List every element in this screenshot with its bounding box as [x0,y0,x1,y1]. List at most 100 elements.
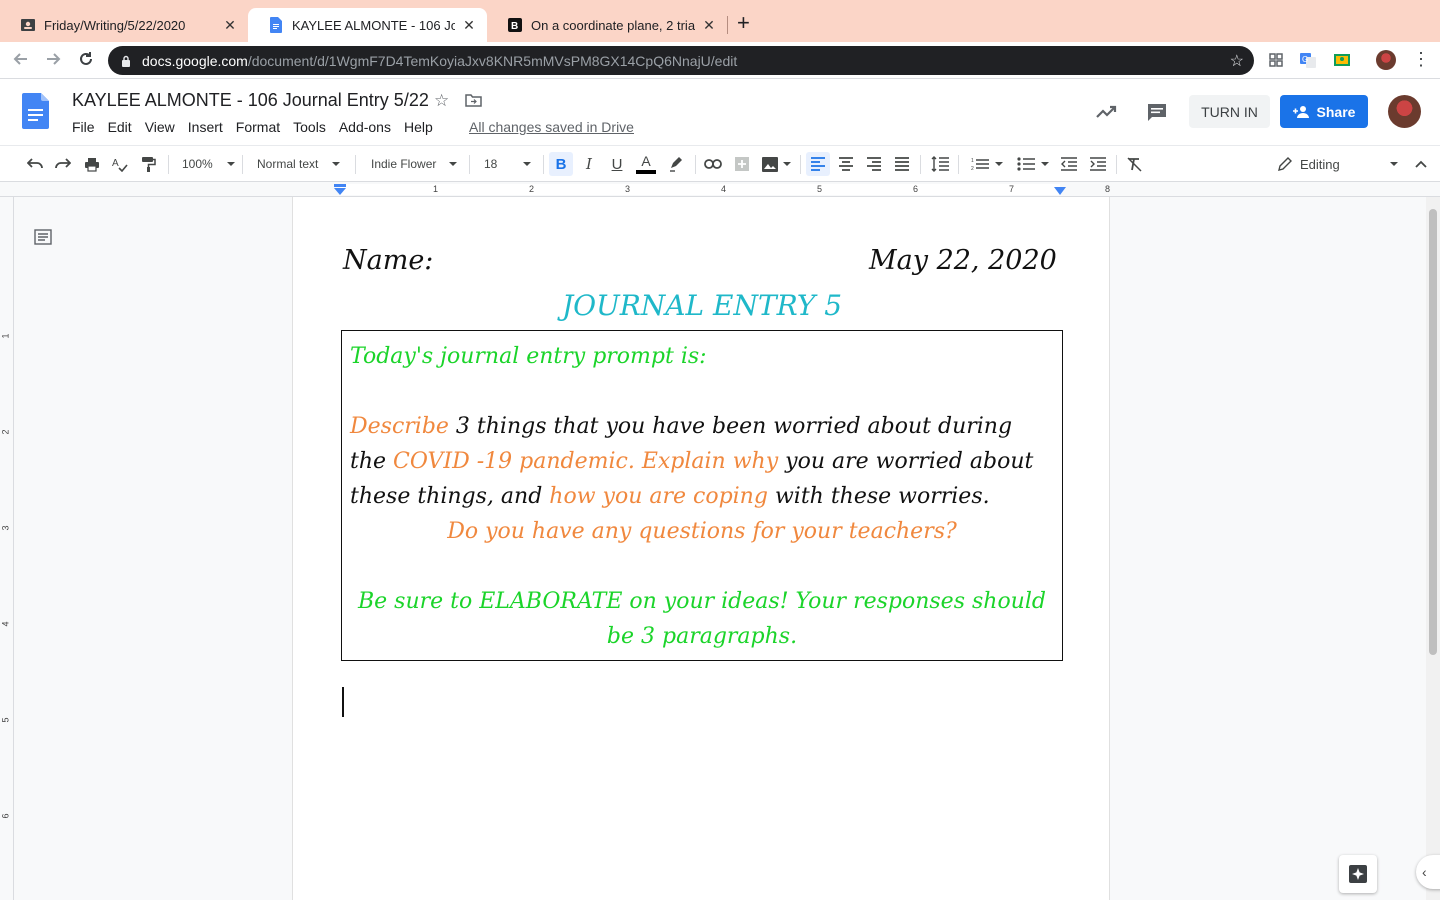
ruler-number: 6 [913,184,919,194]
document-title[interactable]: KAYLEE ALMONTE - 106 Journal Entry 5/22 [72,90,429,111]
tab-separator [727,16,728,34]
browser-tab-brainly[interactable]: B On a coordinate plane, 2 triang ✕ [487,8,727,42]
forward-arrow-icon[interactable] [44,50,62,73]
align-center-button[interactable] [835,152,857,176]
font-family-value: Indie Flower [371,157,437,171]
right-indent-marker-icon[interactable] [1053,186,1067,196]
chevron-down-icon [995,162,1003,166]
back-arrow-icon[interactable] [12,50,30,73]
vertical-scrollbar[interactable] [1426,197,1440,900]
chevron-down-icon [332,162,341,166]
extension-grid-icon[interactable] [1267,51,1285,69]
menu-insert[interactable]: Insert [188,119,223,135]
font-size-dropdown[interactable]: 18 [484,152,536,176]
google-docs-icon [268,17,284,33]
add-comment-icon[interactable] [731,152,753,176]
editing-mode-dropdown[interactable]: Editing [1278,152,1398,176]
paint-format-icon[interactable] [137,152,159,176]
menu-bar: File Edit View Insert Format Tools Add-o… [72,119,446,135]
browser-tab-friday-writing[interactable]: Friday/Writing/5/22/2020 ✕ [0,8,248,42]
save-status-link[interactable]: All changes saved in Drive [469,119,634,135]
toolbar-divider [958,155,959,174]
insert-image-dropdown[interactable] [759,152,793,176]
menu-tools[interactable]: Tools [293,119,326,135]
justify-button[interactable] [891,152,913,176]
address-bar[interactable]: docs.google.com/document/d/1WgmF7D4TemKo… [108,46,1254,75]
turn-in-button[interactable]: TURN IN [1189,95,1270,128]
close-tab-icon[interactable]: ✕ [461,17,477,34]
pencil-icon [1278,157,1292,171]
move-to-folder-icon[interactable] [465,93,482,107]
chevron-down-icon [1389,162,1398,166]
italic-button[interactable]: I [578,152,600,176]
profile-avatar[interactable] [1376,50,1396,70]
toolbar-divider [695,155,696,174]
line-spacing-icon[interactable] [929,152,951,176]
reload-icon[interactable] [77,50,95,73]
ruler-number: 1 [0,333,11,339]
underline-button[interactable]: U [606,152,628,176]
new-tab-icon[interactable]: + [737,12,750,34]
google-translate-icon[interactable]: G [1299,51,1317,69]
ruler-number: 2 [0,429,11,435]
bold-button[interactable]: B [549,152,573,176]
align-right-button[interactable] [863,152,885,176]
date-label: May 22, 2020 [869,245,1057,276]
ruler-number: 7 [1009,184,1015,194]
ruler-number: 4 [721,184,727,194]
google-docs-logo-icon[interactable] [22,93,49,129]
menu-file[interactable]: File [72,119,95,135]
text-color-button[interactable]: A [634,152,658,176]
menu-addons[interactable]: Add-ons [339,119,391,135]
comment-icon[interactable] [1146,101,1168,123]
menu-edit[interactable]: Edit [108,119,132,135]
menu-help[interactable]: Help [404,119,433,135]
bookmark-star-icon[interactable]: ☆ [1230,51,1244,71]
redo-icon[interactable] [52,152,74,176]
paragraph-style-dropdown[interactable]: Normal text [257,152,347,176]
document-page[interactable]: Name: May 22, 2020 JOURNAL ENTRY 5 Today… [292,197,1110,900]
print-icon[interactable] [81,152,103,176]
toolbar-divider [242,155,243,174]
star-icon[interactable]: ☆ [434,91,449,111]
close-tab-icon[interactable]: ✕ [701,17,717,34]
activity-trend-icon[interactable] [1095,101,1117,123]
toolbar-divider [920,155,921,174]
account-avatar[interactable] [1388,95,1421,128]
questions-line: Do you have any questions for your teach… [447,519,957,544]
google-classroom-extension-icon[interactable] [1333,51,1351,69]
tab-title: On a coordinate plane, 2 triang [531,17,695,33]
svg-text:G: G [1302,55,1308,64]
url-host: docs.google.com [142,52,248,69]
numbered-list-dropdown[interactable]: 12 [968,152,1006,176]
collapse-toolbar-icon[interactable] [1411,152,1431,176]
align-left-button[interactable] [806,152,830,176]
font-family-dropdown[interactable]: Indie Flower [371,152,461,176]
bulleted-list-dropdown[interactable] [1014,152,1052,176]
scrollbar-thumb[interactable] [1429,209,1437,655]
zoom-dropdown[interactable]: 100% [182,152,235,176]
close-tab-icon[interactable]: ✕ [222,17,238,34]
browser-menu-icon[interactable]: ⋮ [1412,49,1430,70]
decrease-indent-icon[interactable] [1058,152,1080,176]
spellcheck-icon[interactable]: A [109,152,131,176]
menu-format[interactable]: Format [236,119,280,135]
prompt-table-cell[interactable]: Today's journal entry prompt is: Describ… [341,330,1063,661]
left-indent-marker-icon[interactable] [333,184,347,196]
prompt-covid: COVID -19 pandemic. Explain why [393,449,779,474]
document-outline-icon[interactable] [34,229,52,245]
toolbar-divider [543,155,544,174]
insert-link-icon[interactable] [702,152,724,176]
menu-view[interactable]: View [145,119,175,135]
editing-mode-value: Editing [1300,156,1340,172]
clear-formatting-icon[interactable] [1124,152,1146,176]
share-button[interactable]: Share [1280,95,1368,128]
ruler-text-area [340,184,1060,195]
undo-icon[interactable] [24,152,46,176]
toolbar-divider [355,155,356,174]
browser-tab-google-doc[interactable]: KAYLEE ALMONTE - 106 Journ ✕ [248,8,487,42]
increase-indent-icon[interactable] [1087,152,1109,176]
explore-button[interactable] [1339,855,1377,893]
highlight-pen-icon[interactable] [665,152,687,176]
brainly-icon: B [507,17,523,33]
